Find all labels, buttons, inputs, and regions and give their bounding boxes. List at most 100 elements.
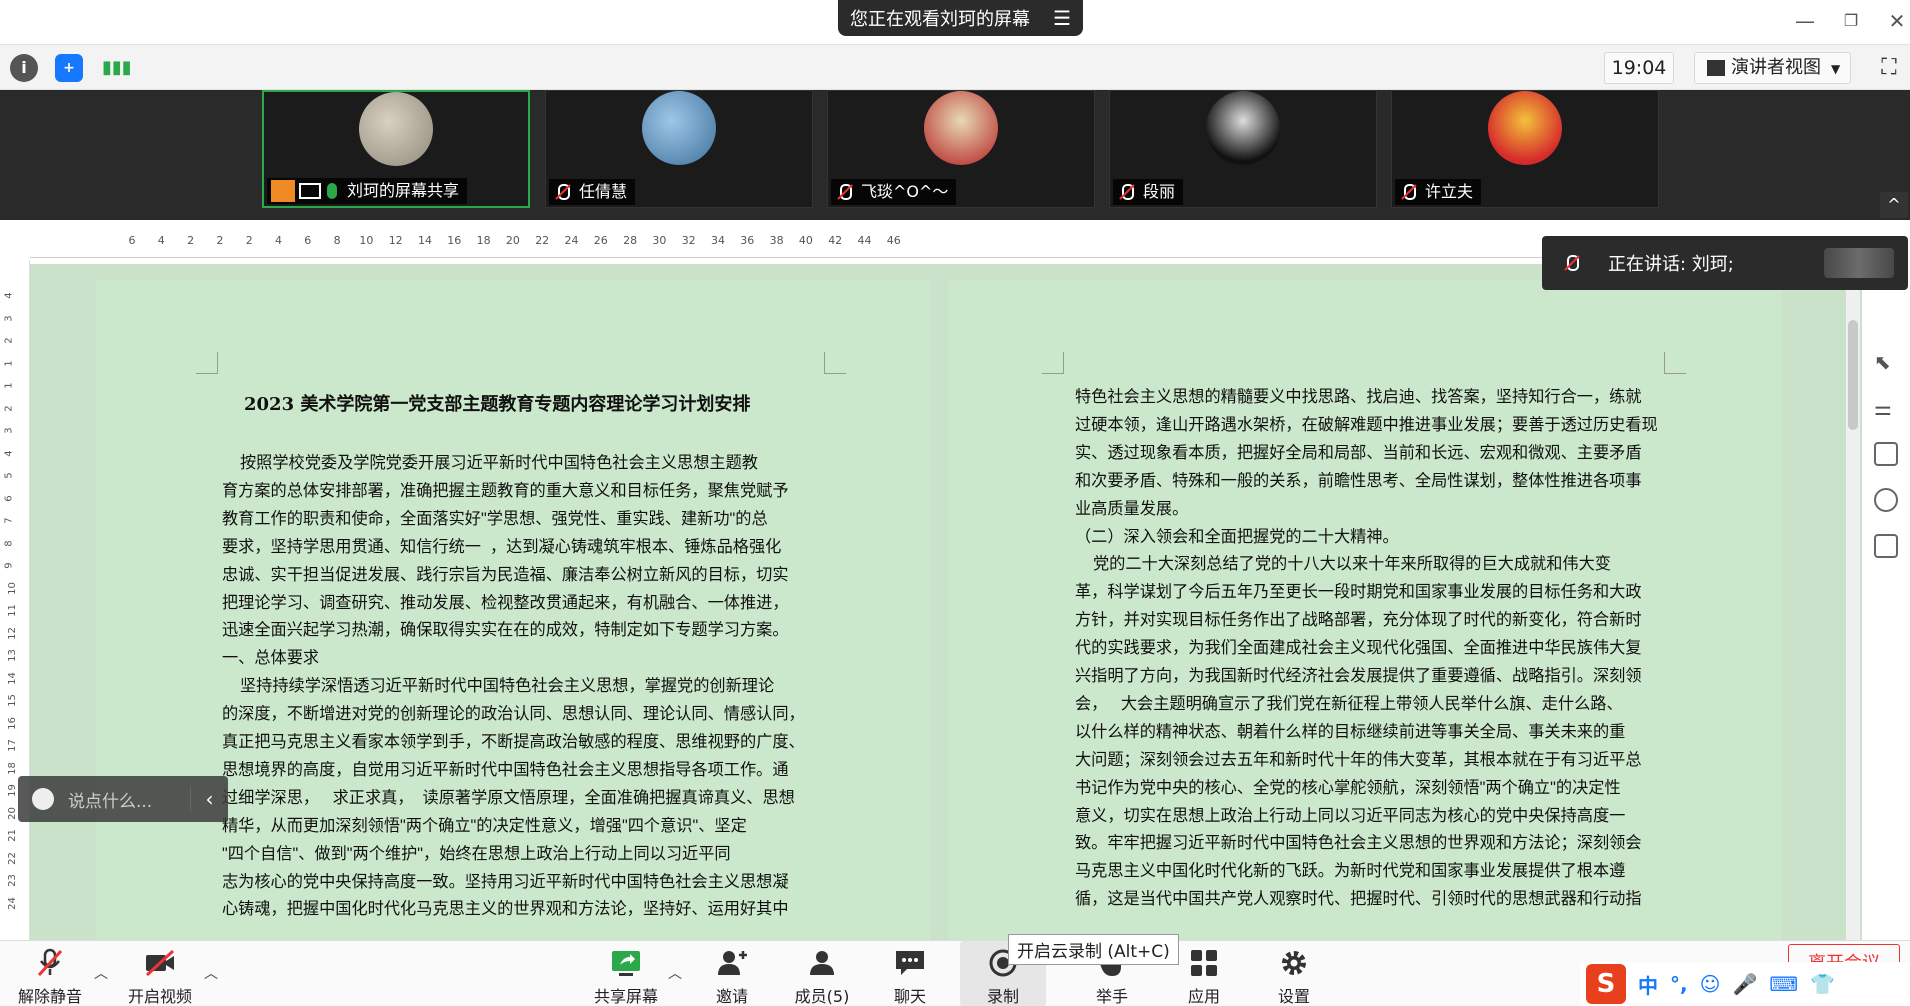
mic-muted-icon [835,183,853,201]
banner-text: 您正在观看刘珂的屏幕 [850,9,1030,30]
mic-muted-icon [1562,254,1580,272]
avatar [1488,91,1562,165]
chat-placeholder: 说点什么... [68,791,153,812]
start-video-button[interactable]: 开启视频 [120,941,200,1006]
ime-toolbar[interactable]: S 中 °, ☺ 🎤 ⌨ 👕 [1580,962,1910,1006]
ruler-tick-label: 6 [128,234,136,247]
ime-skin-icon[interactable]: 👕 [1810,972,1835,996]
participant-tile[interactable]: 段丽 [1109,90,1377,208]
document-line: 按照学校党委及学院党委开展习近平新时代中国特色社会主义思想主题教 [222,454,758,472]
avatar [924,91,998,165]
ime-chinese-mode[interactable]: 中 [1638,970,1658,999]
document-scrollbar[interactable] [1846,260,1860,940]
adjust-slider-icon[interactable]: ⚌ [1874,396,1898,420]
ruler-tick-label: 17 [6,739,18,752]
fullscreen-icon[interactable]: ⛶ [1876,55,1902,81]
participant-name: 刘珂的屏幕共享 [347,181,460,200]
reading-mode-icon[interactable] [1874,534,1898,558]
ime-voice-icon[interactable]: 🎤 [1732,972,1757,996]
translate-icon[interactable] [1874,442,1898,466]
chat-button[interactable]: 聊天 [874,941,946,1006]
ime-punctuation-mode[interactable]: °, [1670,972,1688,996]
chat-icon [896,951,924,975]
info-icon[interactable]: i [10,54,38,82]
sogou-logo-icon[interactable]: S [1586,964,1626,1004]
participant-name: 任倩慧 [579,182,628,201]
audio-options-caret[interactable]: ︿ [94,963,108,983]
document-line: "四个自信"、做到"两个维护"，始终在思想上政治上行动上同以习近平同 [222,844,731,863]
participant-tile[interactable]: 刘珂的屏幕共享 [262,90,530,208]
navigation-icon[interactable] [1874,488,1898,512]
document-line: 致。牢牢把握习近平新时代中国特色社会主义思想的世界观和方法论；深刻领会 [1075,834,1642,853]
participant-name-bar: 段丽 [1113,179,1184,205]
collapse-strip-button[interactable]: ^ [1880,192,1908,218]
document-line: 书记作为党中央的核心、全党的核心掌舵领航，深刻领悟"两个确立"的决定性 [1075,778,1621,797]
emoji-icon[interactable] [32,788,54,810]
ruler-tick-label: 46 [886,234,901,247]
settings-button[interactable]: 设置 [1256,941,1332,1006]
select-pointer-icon[interactable]: ⬉ [1874,350,1898,374]
ruler-tick-label: 18 [6,761,18,775]
ruler-tick-label: 6 [3,494,15,502]
document-line: 的深度，不断增进对党的创新理论的政治认同、思想认同、理论认同、情感认同， [222,705,805,724]
settings-label: 设置 [1277,987,1310,1006]
share-options-caret[interactable]: ︿ [668,963,682,983]
ruler-tick-label: 6 [304,234,312,247]
speaker-avatar [1824,248,1894,278]
avatar [1206,91,1280,165]
ruler-tick-label: 9 [3,562,15,569]
ruler-tick-label: 1 [3,382,15,389]
participant-tile[interactable]: 飞琰^O^～ [827,90,1095,208]
ruler-tick-label: 23 [6,874,18,887]
ruler-tick-label: 2 [3,337,15,344]
chat-label: 聊天 [893,987,926,1006]
participant-tile[interactable]: 许立夫 [1391,90,1659,208]
members-button[interactable]: 成员(5) [784,941,860,1006]
ime-keyboard-icon[interactable]: ⌨ [1769,972,1798,996]
active-speaker-indicator: 正在讲话: 刘珂; [1542,236,1908,290]
document-line: 真正把马克思主义看家本领学到手，不断提高政治敏感的程度、思维视野的广度、 [222,733,805,751]
unmute-button[interactable]: 解除静音 [10,941,90,1006]
ruler-tick-label: 32 [681,234,696,247]
mic-on-icon [327,183,337,199]
ruler-tick-label: 2 [245,234,253,247]
document-line: 以什么样的精神状态、朝着什么样的目标继续前进等事关全局、事关未来的重 [1075,722,1626,741]
signal-strength-icon[interactable]: ▮▮▮ [102,54,132,82]
ruler-tick-label: 34 [711,234,725,247]
record-tooltip: 开启云录制 (Alt+C) [1008,934,1179,965]
participant-tile[interactable]: 任倩慧 [545,90,813,208]
chevron-down-icon: ▼ [1831,62,1841,76]
menu-icon[interactable]: ☰ [1053,6,1071,30]
ruler-tick-label: 18 [476,234,491,247]
close-icon[interactable]: ✕ [1882,6,1910,36]
collapse-chat-icon[interactable]: ‹ [190,787,228,811]
ime-emoji-icon[interactable]: ☺ [1700,972,1721,996]
quick-chat-input[interactable]: 说点什么... ‹ [18,776,228,822]
ruler-tick-label: 22 [6,851,18,865]
invite-button[interactable]: 邀请 [696,941,768,1006]
ruler-tick-label: 38 [769,234,784,247]
participant-strip: 刘珂的屏幕共享 任倩慧 飞琰^O^～ 段丽 许立夫 ^ [0,90,1910,220]
participant-name-bar: 任倩慧 [549,179,636,205]
ruler-tick-label: 8 [333,234,341,247]
vertical-ruler: 4 3 2 1 1 2 3 4 5 6 7 8 9 10 11 12 13 14 15 16 17 18 19 20 21 22 2… [0,260,30,940]
ruler-tick-label: 36 [740,234,755,247]
ruler-tick-label: 8 [3,539,15,547]
record-label: 录制 [986,987,1019,1006]
meeting-clock: 19:04 [1604,52,1674,84]
ruler-tick-label: 2 [216,234,224,247]
security-shield-icon[interactable]: + [55,54,83,82]
view-mode-select[interactable]: 演讲者视图 ▼ [1694,52,1851,84]
share-screen-button[interactable]: 共享屏幕 [586,941,666,1006]
screen-share-banner[interactable]: 您正在观看刘珂的屏幕 ☰ [838,0,1083,36]
mic-muted-icon [553,183,571,201]
minimize-icon[interactable]: — [1790,6,1820,36]
ruler-tick-label: 20 [6,806,18,820]
invite-label: 邀请 [715,987,748,1006]
scrollbar-thumb[interactable] [1848,320,1858,430]
ruler-tick-label: 2 [3,404,15,412]
document-line: 循，这是当代中国共产党人观察时代、把握时代、引领时代的思想武器和行动指 [1075,890,1642,909]
restore-icon[interactable]: ❐ [1836,6,1866,36]
members-label: 成员(5) [794,987,850,1006]
video-options-caret[interactable]: ︿ [204,963,218,983]
